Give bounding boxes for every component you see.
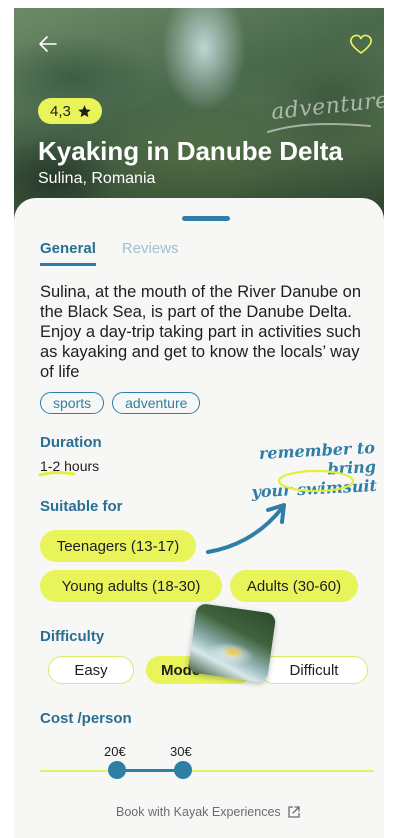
cost-title: Cost /person (40, 710, 132, 727)
cost-max-label: 30€ (170, 744, 192, 759)
activity-title: Kyaking in Danube Delta (38, 136, 343, 166)
suitable-title: Suitable for (40, 498, 123, 515)
difficulty-title: Difficulty (40, 628, 105, 645)
phone-screen: 4,3 adventure Kyaking in Danube Delta Su… (14, 8, 384, 838)
suitable-option-young-adults[interactable]: Young adults (18-30) (40, 570, 222, 602)
kayak-photo (187, 602, 277, 684)
heart-icon[interactable] (348, 32, 374, 56)
details-sheet: General Reviews Sulina, at the mouth of … (14, 198, 384, 838)
sticker-underline (267, 123, 371, 133)
cost-slider-track[interactable] (40, 770, 374, 772)
rating-value: 4,3 (50, 102, 71, 120)
duration-underline (38, 471, 76, 477)
activity-location: Sulina, Romania (38, 170, 156, 187)
note-circle (277, 469, 355, 493)
duration-title: Duration (40, 434, 102, 451)
cost-slider-max-thumb[interactable] (174, 761, 192, 779)
cost-slider-min-thumb[interactable] (108, 761, 126, 779)
rating-badge: 4,3 (38, 98, 102, 124)
difficulty-easy[interactable]: Easy (48, 656, 134, 684)
cost-min-label: 20€ (104, 744, 126, 759)
external-link-icon (288, 806, 300, 818)
back-arrow-icon[interactable] (36, 32, 60, 56)
sheet-grabber[interactable] (182, 216, 230, 221)
suitable-option-adults[interactable]: Adults (30-60) (230, 570, 358, 602)
suitable-option-teenagers[interactable]: Teenagers (13-17) (40, 530, 196, 562)
book-link-label: Book with Kayak Experiences (116, 805, 281, 819)
tag-list: sports adventure (40, 392, 201, 414)
difficulty-difficult[interactable]: Difficult (260, 656, 368, 684)
star-icon (78, 104, 91, 117)
tab-reviews[interactable]: Reviews (122, 240, 179, 266)
note-arrow-icon (206, 503, 286, 554)
tag-sports[interactable]: sports (40, 392, 105, 414)
book-link[interactable]: Book with Kayak Experiences (116, 805, 301, 819)
tab-bar: General Reviews (40, 240, 179, 266)
tag-adventure[interactable]: adventure (112, 392, 201, 414)
tab-general[interactable]: General (40, 240, 96, 266)
activity-description: Sulina, at the mouth of the River Danube… (40, 283, 362, 381)
